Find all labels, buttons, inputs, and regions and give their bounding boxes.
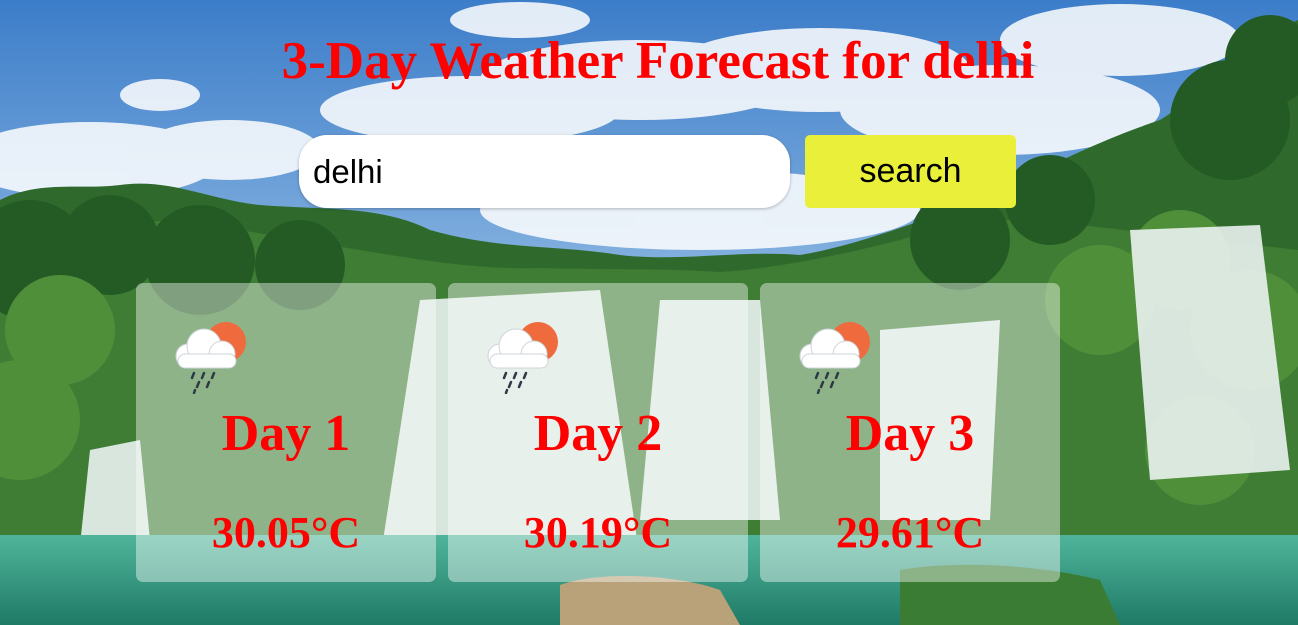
forecast-card-day-2: Day 2 30.19°C [448,283,748,582]
forecast-card-day-1: Day 1 30.05°C [136,283,436,582]
forecast-temperature: 30.19°C [523,508,673,557]
page-title: 3-Day Weather Forecast for delhi [281,32,1035,90]
forecast-temperature: 29.61°C [835,508,985,557]
forecast-temperature: 30.05°C [211,508,361,557]
search-button[interactable]: search [805,135,1016,208]
forecast-day-label: Day 2 [533,405,663,462]
forecast-day-label: Day 1 [221,405,351,462]
rain-cloud-sun-icon [175,322,246,394]
city-search-input[interactable] [299,135,790,208]
rain-cloud-sun-icon [799,322,870,394]
rain-cloud-sun-icon [487,322,558,394]
forecast-day-label: Day 3 [845,405,975,462]
forecast-card-day-3: Day 3 29.61°C [760,283,1060,582]
